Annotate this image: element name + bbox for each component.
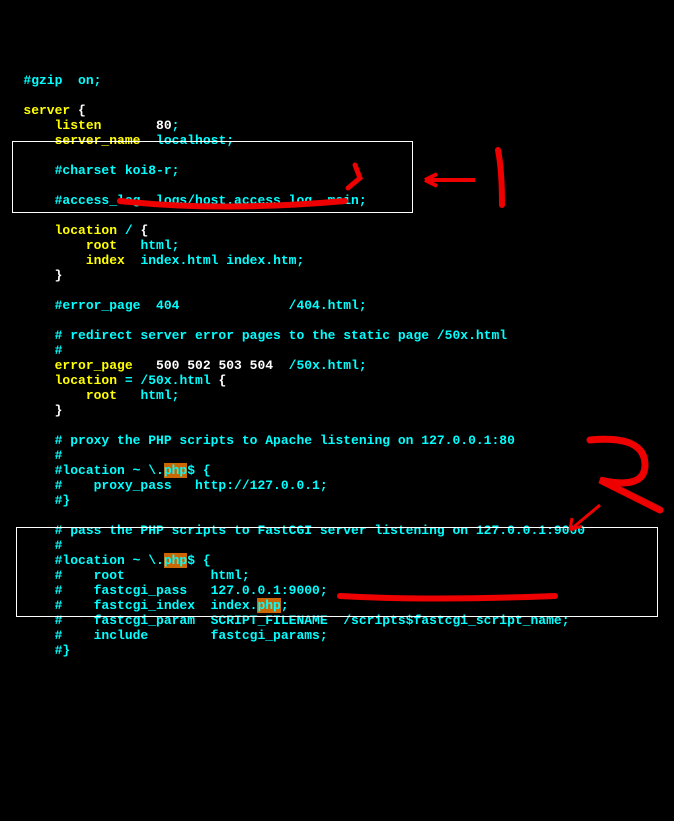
config-code: #gzip on; server { listen 80; server_nam… bbox=[0, 73, 674, 658]
